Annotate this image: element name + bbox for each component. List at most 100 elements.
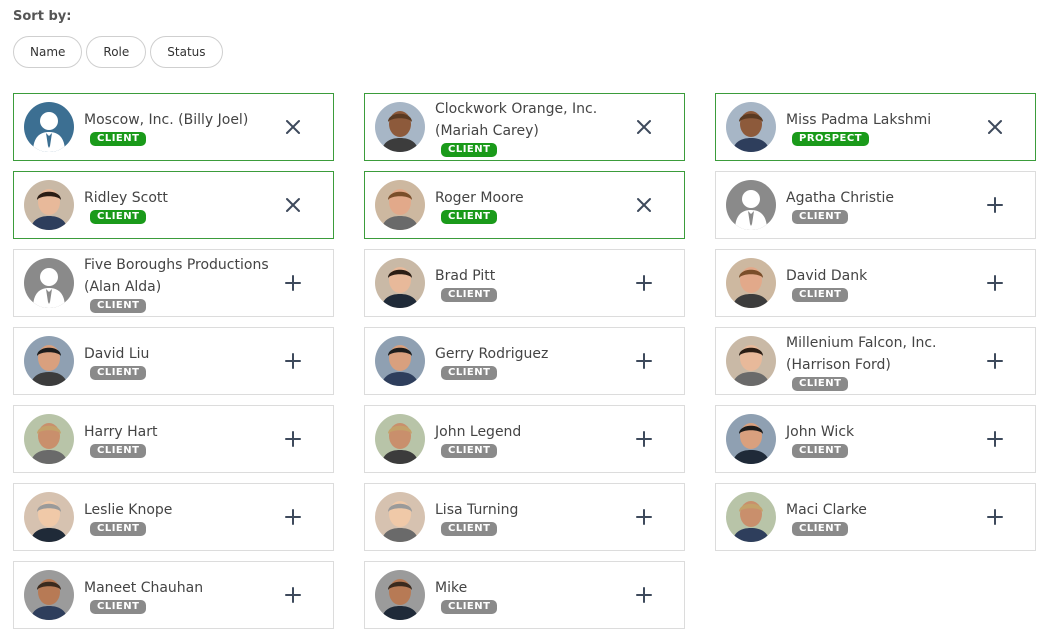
contact-info: John Legend CLIENT — [435, 406, 624, 472]
add-icon[interactable] — [632, 349, 656, 373]
contact-card[interactable]: John Wick CLIENT — [715, 405, 1036, 473]
status-badge: CLIENT — [441, 209, 498, 224]
contact-name: Ridley Scott — [84, 189, 168, 206]
status-badge: CLIENT — [90, 209, 147, 224]
contact-name: Harry Hart — [84, 423, 158, 440]
status-badge: CLIENT — [441, 599, 498, 614]
avatar — [726, 180, 776, 230]
contact-card[interactable]: Leslie Knope CLIENT — [13, 483, 334, 551]
contact-info: Gerry Rodriguez CLIENT — [435, 328, 624, 394]
contact-card[interactable]: Millenium Falcon, Inc. (Harrison Ford) CL… — [715, 327, 1036, 395]
remove-icon[interactable] — [632, 193, 656, 217]
contact-name: Gerry Rodriguez — [435, 345, 549, 362]
avatar — [375, 570, 425, 620]
contact-card[interactable]: David Dank CLIENT — [715, 249, 1036, 317]
contact-info: Brad Pitt CLIENT — [435, 250, 624, 316]
avatar — [375, 102, 425, 152]
contact-name: Millenium Falcon, Inc. (Harrison Ford) — [786, 334, 937, 373]
add-icon[interactable] — [281, 349, 305, 373]
add-icon[interactable] — [281, 427, 305, 451]
contact-card[interactable]: John Legend CLIENT — [364, 405, 685, 473]
status-badge: CLIENT — [441, 521, 498, 536]
contact-info: Five Boroughs Productions (Alan Alda) CLI… — [84, 250, 273, 316]
add-icon[interactable] — [983, 193, 1007, 217]
contact-name: Mike — [435, 579, 468, 596]
status-badge: CLIENT — [441, 142, 498, 157]
status-badge: CLIENT — [792, 209, 849, 224]
sort-by-name-button[interactable]: Name — [13, 36, 83, 68]
contact-info: Harry Hart CLIENT — [84, 406, 273, 472]
contact-card[interactable]: Brad Pitt CLIENT — [364, 249, 685, 317]
contact-card[interactable]: David Liu CLIENT — [13, 327, 334, 395]
contact-card[interactable]: Gerry Rodriguez CLIENT — [364, 327, 685, 395]
contact-card[interactable]: Harry Hart CLIENT — [13, 405, 334, 473]
contact-name: John Wick — [786, 423, 855, 440]
add-icon[interactable] — [983, 349, 1007, 373]
contact-card[interactable]: Clockwork Orange, Inc. (Mariah Carey) CLI… — [364, 93, 685, 161]
sort-label: Sort by: — [13, 9, 72, 24]
avatar — [24, 570, 74, 620]
contact-card[interactable]: Ridley Scott CLIENT — [13, 171, 334, 239]
add-icon[interactable] — [983, 427, 1007, 451]
contact-card[interactable]: Miss Padma Lakshmi PROSPECT — [715, 93, 1036, 161]
contact-name: Maci Clarke — [786, 501, 867, 518]
add-icon[interactable] — [983, 271, 1007, 295]
contact-card[interactable]: Agatha Christie CLIENT — [715, 171, 1036, 239]
contact-name: Brad Pitt — [435, 267, 496, 284]
contact-info: David Liu CLIENT — [84, 328, 273, 394]
status-badge: CLIENT — [90, 131, 147, 146]
contact-card[interactable]: Lisa Turning CLIENT — [364, 483, 685, 551]
contact-name: Roger Moore — [435, 189, 524, 206]
contact-card[interactable]: Roger Moore CLIENT — [364, 171, 685, 239]
contact-card[interactable]: Five Boroughs Productions (Alan Alda) CLI… — [13, 249, 334, 317]
contact-info: Agatha Christie CLIENT — [786, 172, 975, 238]
avatar — [726, 336, 776, 386]
status-badge: CLIENT — [90, 599, 147, 614]
status-badge: CLIENT — [90, 298, 147, 313]
avatar — [726, 414, 776, 464]
contact-card[interactable]: Maci Clarke CLIENT — [715, 483, 1036, 551]
status-badge: CLIENT — [792, 376, 849, 391]
remove-icon[interactable] — [632, 115, 656, 139]
add-icon[interactable] — [983, 505, 1007, 529]
add-icon[interactable] — [632, 583, 656, 607]
contact-card[interactable]: Mike CLIENT — [364, 561, 685, 629]
sort-by-status-button[interactable]: Status — [150, 36, 223, 68]
contact-name: Moscow, Inc. (Billy Joel) — [84, 111, 249, 128]
avatar — [375, 492, 425, 542]
add-icon[interactable] — [281, 271, 305, 295]
add-icon[interactable] — [632, 427, 656, 451]
contact-name: David Dank — [786, 267, 868, 284]
status-badge: CLIENT — [441, 365, 498, 380]
contact-name: Leslie Knope — [84, 501, 173, 518]
remove-icon[interactable] — [281, 115, 305, 139]
contact-name: Lisa Turning — [435, 501, 519, 518]
status-badge: CLIENT — [792, 443, 849, 458]
avatar — [24, 102, 74, 152]
status-badge: CLIENT — [792, 287, 849, 302]
contact-card[interactable]: Moscow, Inc. (Billy Joel) CLIENT — [13, 93, 334, 161]
remove-icon[interactable] — [281, 193, 305, 217]
add-icon[interactable] — [632, 505, 656, 529]
contact-info: Moscow, Inc. (Billy Joel) CLIENT — [84, 94, 273, 160]
avatar — [24, 336, 74, 386]
sort-by-role-button[interactable]: Role — [86, 36, 147, 68]
contact-name: Miss Padma Lakshmi — [786, 111, 932, 128]
contact-info: Maci Clarke CLIENT — [786, 484, 975, 550]
contact-info: David Dank CLIENT — [786, 250, 975, 316]
contact-name: Clockwork Orange, Inc. (Mariah Carey) — [435, 100, 598, 139]
contact-name: David Liu — [84, 345, 150, 362]
contact-name: Agatha Christie — [786, 189, 895, 206]
contact-card[interactable]: Maneet Chauhan CLIENT — [13, 561, 334, 629]
contact-info: John Wick CLIENT — [786, 406, 975, 472]
avatar — [375, 336, 425, 386]
contact-info: Ridley Scott CLIENT — [84, 172, 273, 238]
contact-info: Maneet Chauhan CLIENT — [84, 562, 273, 628]
add-icon[interactable] — [281, 505, 305, 529]
add-icon[interactable] — [281, 583, 305, 607]
avatar — [24, 258, 74, 308]
contact-name: John Legend — [435, 423, 522, 440]
add-icon[interactable] — [632, 271, 656, 295]
remove-icon[interactable] — [983, 115, 1007, 139]
status-badge: CLIENT — [792, 521, 849, 536]
